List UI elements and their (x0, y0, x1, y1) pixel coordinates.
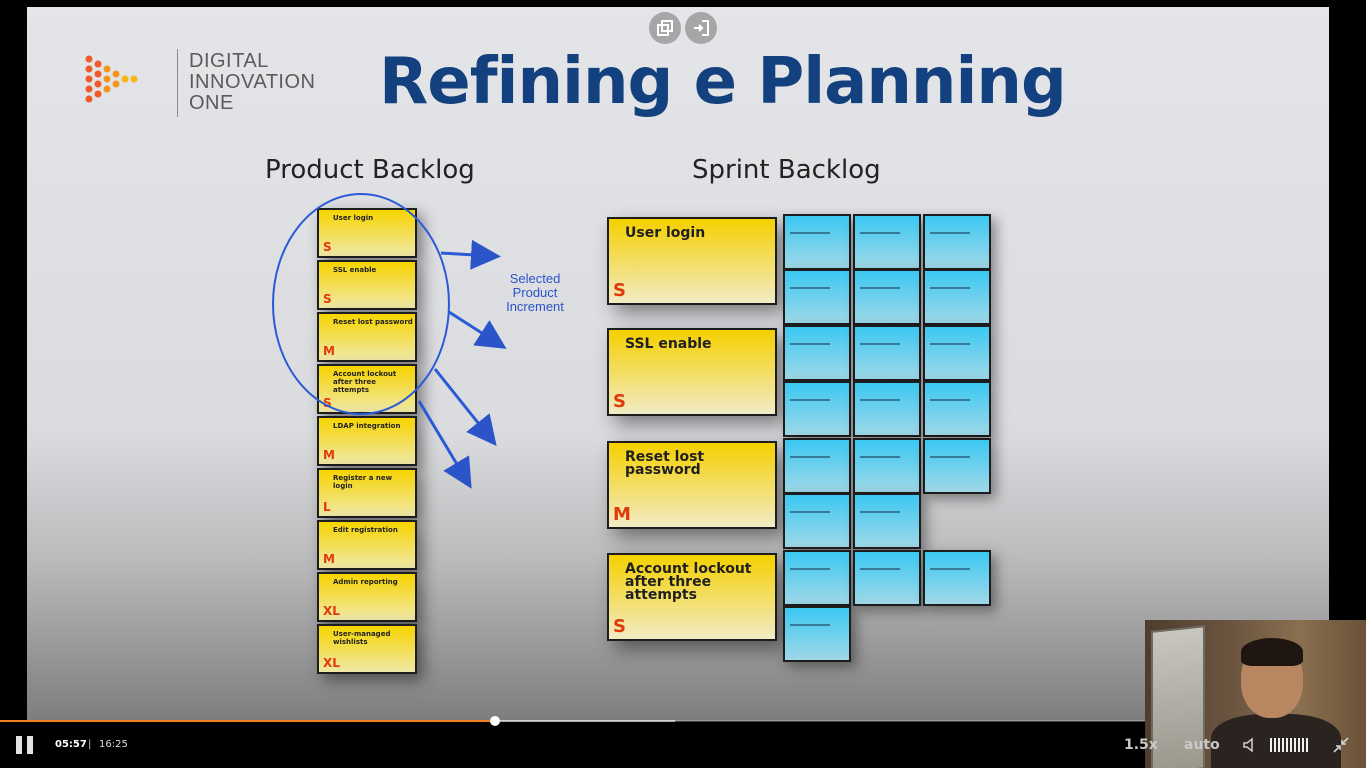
task-card (923, 214, 991, 270)
sprint-story-card: SSL enable S (607, 328, 777, 416)
video-frame: DIGITAL INNOVATION ONE Refining e Planni… (27, 7, 1329, 721)
task-card (783, 269, 851, 325)
task-card (783, 381, 851, 437)
task-card (853, 325, 921, 381)
task-card (783, 606, 851, 662)
sprint-story-card: User login S (607, 217, 777, 305)
minimize-icon (1333, 737, 1349, 753)
story-label: SSL enable (625, 336, 712, 352)
task-card (853, 550, 921, 606)
volume-button[interactable] (1242, 736, 1260, 754)
volume-slider[interactable] (1270, 738, 1310, 752)
exit-button[interactable] (685, 12, 717, 44)
sprint-story-card: Reset lost password M (607, 441, 777, 529)
task-card (783, 214, 851, 270)
task-card (783, 550, 851, 606)
minimize-button[interactable] (1332, 736, 1350, 754)
sprint-story-card: Account lockout after three attempts S (607, 553, 777, 641)
playback-speed-button[interactable]: 1.5x (1124, 737, 1158, 753)
pause-icon (27, 736, 33, 754)
story-label: User login (625, 225, 706, 241)
task-card (923, 438, 991, 494)
volume-icon (1243, 737, 1253, 753)
task-card (923, 550, 991, 606)
total-time: 16:25 (99, 739, 128, 750)
progress-played (0, 720, 496, 722)
story-label: Account lockout after three attempts (625, 561, 752, 603)
story-size: S (613, 391, 626, 412)
story-label: Reset lost password (625, 449, 705, 478)
current-time: 05:57 (55, 739, 87, 750)
task-card (923, 381, 991, 437)
popout-icon (657, 20, 673, 36)
task-card (783, 325, 851, 381)
task-card (923, 269, 991, 325)
pause-icon (16, 736, 22, 754)
story-size: S (613, 616, 626, 637)
task-card (853, 493, 921, 549)
presenter-hair (1241, 638, 1303, 666)
story-size: M (613, 504, 631, 525)
task-card (853, 438, 921, 494)
story-size: S (613, 280, 626, 301)
progress-knob[interactable] (490, 716, 501, 726)
selected-increment-label: Selected Product Increment (506, 271, 564, 314)
task-card (783, 438, 851, 494)
progress-bar[interactable] (0, 716, 1145, 726)
task-card (853, 269, 921, 325)
task-card (783, 493, 851, 549)
pause-button[interactable] (16, 736, 36, 754)
time-separator: | (88, 739, 92, 750)
popout-button[interactable] (649, 12, 681, 44)
task-card (923, 325, 991, 381)
player-controls: 05:57 | 16:25 1.5x auto (0, 730, 1366, 760)
quality-button[interactable]: auto (1184, 737, 1220, 753)
exit-icon (694, 20, 709, 36)
task-card (853, 381, 921, 437)
task-card (853, 214, 921, 270)
